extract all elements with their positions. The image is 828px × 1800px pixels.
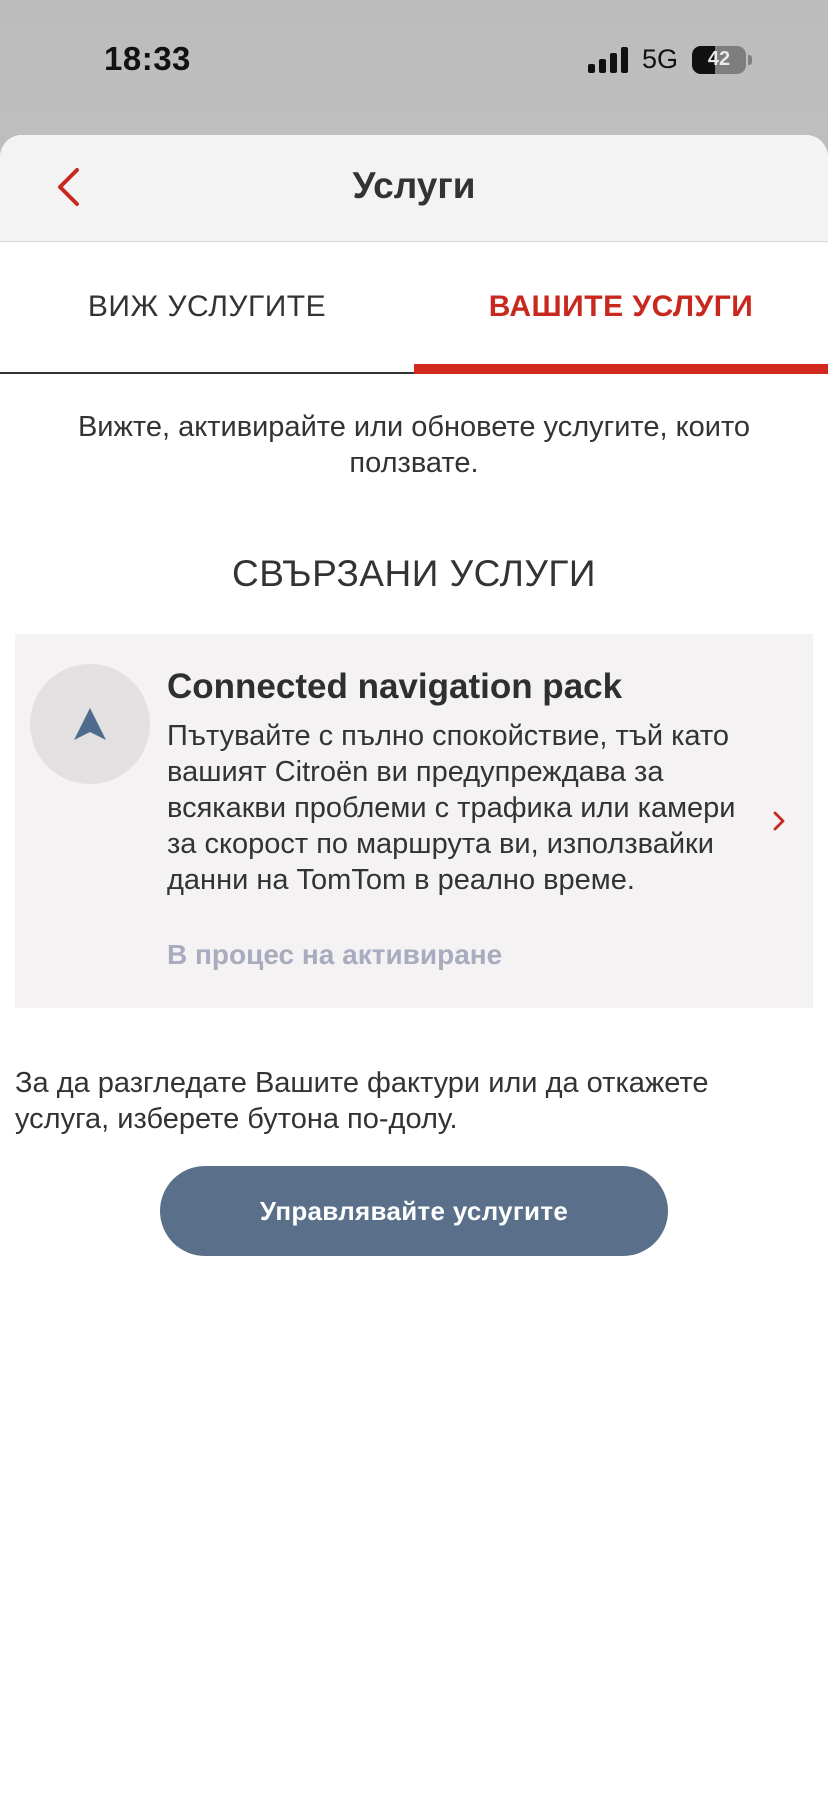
- section-title: СВЪРЗАНИ УСЛУГИ: [231, 553, 596, 594]
- status-bar: 18:33 5G 42: [0, 0, 828, 135]
- intro-text: Вижте, активирайте или обновете услугите…: [77, 411, 751, 479]
- service-name: Connected navigation pack: [167, 667, 623, 706]
- sheet-header: Услуги: [0, 135, 828, 242]
- tab-bar: ВИЖ УСЛУГИТЕ ВАШИТЕ УСЛУГИ: [0, 242, 828, 374]
- battery-percentage: 42: [707, 47, 731, 70]
- services-sheet: Услуги ВИЖ УСЛУГИТЕ ВАШИТЕ УСЛУГИ Вижте,…: [0, 135, 828, 1800]
- navigation-arrow-icon: [74, 708, 106, 740]
- service-status: В процес на активиране: [167, 939, 503, 970]
- status-indicators: 5G 42: [587, 44, 752, 75]
- manage-services-button[interactable]: Управлявайте услугите: [160, 1166, 668, 1256]
- tab-your-services[interactable]: ВАШИТЕ УСЛУГИ: [414, 242, 828, 374]
- network-type: 5G: [641, 44, 678, 74]
- status-time: 18:33: [104, 40, 191, 77]
- battery-icon: 42: [692, 45, 746, 74]
- footer-text: За да разгледате Вашите фактури или да о…: [15, 1067, 709, 1135]
- cellular-signal-icon: [587, 46, 628, 73]
- service-card-navigation[interactable]: Connected navigation pack Пътувайте с пъ…: [15, 634, 813, 1008]
- service-description: Пътувайте с пълно спокойствие, тъй като …: [167, 720, 736, 896]
- page-title: Услуги: [352, 165, 476, 206]
- chevron-right-icon: [773, 811, 785, 831]
- tab-view-services[interactable]: ВИЖ УСЛУГИТЕ: [0, 242, 414, 372]
- battery-nub: [748, 54, 752, 65]
- service-icon-circle: [30, 664, 150, 784]
